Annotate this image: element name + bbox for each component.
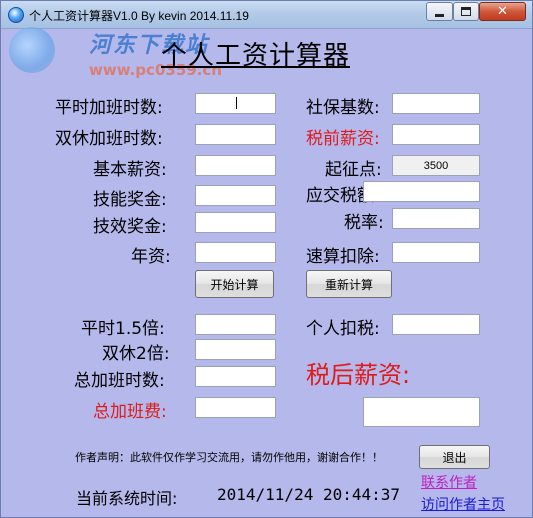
recalculate-button[interactable]: 重新计算: [306, 270, 392, 298]
total-overtime-hours-output: [195, 366, 276, 387]
weekend-x2-output: [195, 339, 276, 360]
system-time-value: 2014/11/24 20:44:37: [217, 485, 401, 504]
app-title: 个人工资计算器: [161, 41, 351, 71]
app-icon: [8, 7, 24, 23]
seniority-input[interactable]: [195, 242, 276, 263]
watermark-logo-icon: [9, 27, 55, 73]
visit-homepage-link[interactable]: 访问作者主页: [421, 494, 505, 514]
base-salary-input[interactable]: [195, 155, 276, 176]
author-disclaimer: 作者声明：此软件仅作学习交流用，请勿作他用，谢谢合作！！: [75, 451, 383, 464]
label-tax-rate: 税率:: [344, 213, 384, 233]
label-threshold: 起征点:: [325, 160, 382, 180]
app-window: 个人工资计算器V1.0 By kevin 2014.11.19 ✕ 河东下载站 …: [0, 0, 533, 518]
total-overtime-pay-output: [195, 397, 276, 418]
weekend-overtime-input[interactable]: [195, 124, 276, 145]
performance-bonus-input[interactable]: [195, 212, 276, 233]
maximize-button[interactable]: [453, 2, 479, 21]
regular-x1-5-output: [195, 314, 276, 335]
tax-payable-input[interactable]: [363, 181, 480, 202]
label-performance-bonus: 技效奖金:: [93, 217, 167, 237]
label-after-tax-salary: 税后薪资:: [306, 361, 411, 389]
social-security-base-input[interactable]: [392, 93, 480, 114]
system-time-label: 当前系统时间:: [76, 489, 178, 508]
label-pretax-salary: 税前薪资:: [306, 129, 380, 149]
label-personal-tax: 个人扣税:: [306, 319, 380, 339]
label-regular-overtime: 平时加班时数:: [55, 98, 163, 118]
skill-bonus-input[interactable]: [195, 185, 276, 206]
label-seniority: 年资:: [131, 247, 171, 267]
quick-deduction-input[interactable]: [392, 242, 480, 263]
personal-tax-output: [392, 314, 480, 335]
label-total-overtime-hours: 总加班时数:: [74, 371, 165, 391]
maximize-icon: [461, 7, 471, 16]
label-regular-x1-5: 平时1.5倍:: [81, 319, 165, 339]
start-calculation-button[interactable]: 开始计算: [195, 270, 274, 298]
window-title: 个人工资计算器V1.0 By kevin 2014.11.19: [29, 9, 249, 23]
minimize-icon: [435, 14, 444, 17]
close-button[interactable]: ✕: [479, 2, 526, 21]
after-tax-salary-output: [363, 397, 480, 427]
label-base-salary: 基本薪资:: [93, 160, 167, 180]
label-social-security-base: 社保基数:: [306, 98, 380, 118]
tax-rate-input[interactable]: [392, 208, 480, 229]
minimize-button[interactable]: [426, 2, 453, 21]
threshold-input[interactable]: 3500: [392, 155, 480, 176]
contact-author-link[interactable]: 联系作者: [421, 472, 477, 492]
pretax-salary-input[interactable]: [392, 124, 480, 145]
close-icon: ✕: [497, 4, 508, 19]
label-quick-deduction: 速算扣除:: [306, 247, 380, 267]
label-weekend-overtime: 双休加班时数:: [55, 129, 163, 149]
exit-button[interactable]: 退出: [419, 445, 490, 469]
regular-overtime-input[interactable]: [195, 93, 276, 114]
label-weekend-x2: 双休2倍:: [102, 344, 170, 364]
label-skill-bonus: 技能奖金:: [93, 190, 167, 210]
label-total-overtime-pay: 总加班费:: [93, 402, 167, 422]
